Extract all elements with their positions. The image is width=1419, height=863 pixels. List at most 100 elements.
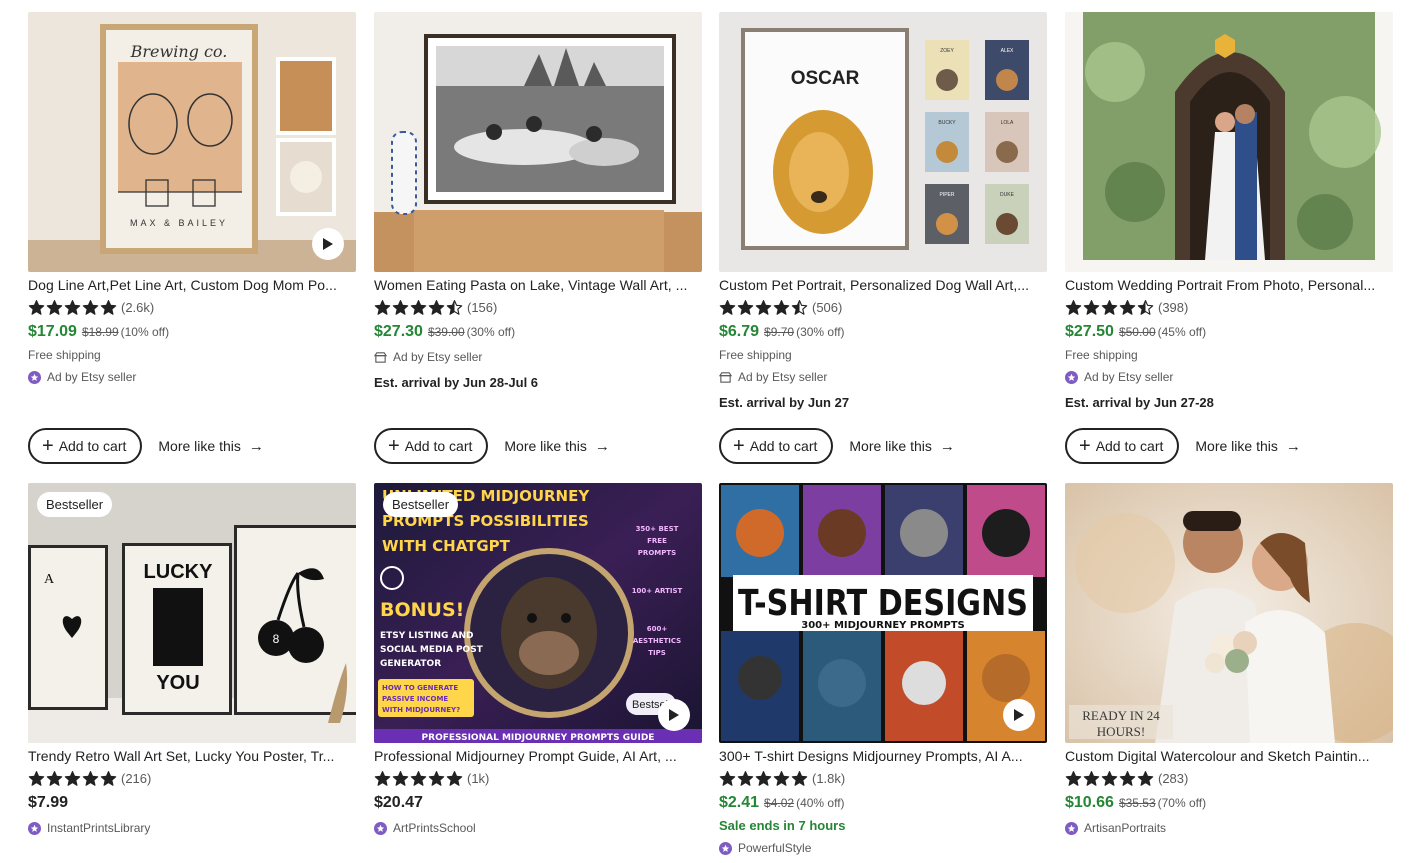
- price-row: $2.41 $4.02 (40% off): [719, 794, 1047, 816]
- svg-text:ETSY LISTING AND: ETSY LISTING AND: [380, 631, 474, 641]
- star-icon: [410, 770, 427, 786]
- original-price: $18.99: [81, 325, 119, 339]
- svg-text:HOURS!: HOURS!: [1097, 724, 1145, 739]
- price: $7.99: [28, 794, 69, 811]
- shop-name[interactable]: InstantPrintsLibrary: [28, 816, 356, 841]
- star-icon: [1119, 770, 1136, 786]
- star-icon: [755, 770, 772, 786]
- poster-script-text: Brewing co.: [130, 42, 228, 61]
- play-icon: [323, 238, 333, 250]
- discount-percent: (10% off): [120, 325, 170, 339]
- more-like-this-link[interactable]: More like this →: [1195, 438, 1300, 455]
- listing-image[interactable]: A LUCKY YOU 8 Bestseller: [28, 483, 356, 743]
- star-icon: [64, 299, 81, 315]
- listing-card[interactable]: READY IN 24 HOURS! Custom Digital Waterc…: [1065, 483, 1393, 841]
- review-count: (1k): [467, 770, 490, 786]
- plus-icon: +: [388, 435, 400, 457]
- listing-card[interactable]: Brewing co. MAX & BAILEY Dog Line Art,Pe…: [28, 12, 356, 464]
- listing-title[interactable]: Dog Line Art,Pet Line Art, Custom Dog Mo…: [28, 276, 356, 295]
- svg-text:ALEX: ALEX: [1001, 48, 1014, 54]
- svg-text:BUCKY: BUCKY: [938, 120, 956, 126]
- listing-title[interactable]: Custom Digital Watercolour and Sketch Pa…: [1065, 747, 1393, 766]
- listing-title[interactable]: Trendy Retro Wall Art Set, Lucky You Pos…: [28, 747, 356, 766]
- review-count: (1.8k): [812, 770, 846, 786]
- price-row: $10.66 $35.53 (70% off): [1065, 794, 1393, 816]
- star-icon: [64, 770, 81, 786]
- listing-title[interactable]: Women Eating Pasta on Lake, Vintage Wall…: [374, 276, 702, 295]
- eight-ball-text: 8: [273, 632, 280, 646]
- listing-image[interactable]: UNLIMITED MIDJOURNEY PROMPTS POSSIBILITI…: [374, 483, 702, 743]
- listing-image[interactable]: OSCAR ZOEY ALEX BUCKY LOLA PIPER DUKE: [719, 12, 1047, 272]
- shop-name[interactable]: ArtisanPortraits: [1065, 816, 1393, 841]
- poster-names-text: MAX & BAILEY: [130, 218, 228, 228]
- star-seller-badge-icon: [28, 822, 41, 835]
- review-count: (506): [812, 299, 843, 315]
- star-icon: [46, 770, 63, 786]
- add-to-cart-button[interactable]: + Add to cart: [374, 428, 489, 464]
- star-icon: [374, 299, 391, 315]
- you-text: YOU: [156, 672, 199, 694]
- svg-text:WITH MIDJOURNEY?: WITH MIDJOURNEY?: [382, 706, 460, 714]
- discount-percent: (30% off): [796, 325, 845, 339]
- price-row: $27.50 $50.00 (45% off): [1065, 323, 1393, 345]
- add-to-cart-button[interactable]: + Add to cart: [719, 428, 834, 464]
- listing-title[interactable]: Custom Pet Portrait, Personalized Dog Wa…: [719, 276, 1047, 295]
- listing-image[interactable]: T-SHIRT DESIGNS 300+ MIDJOURNEY PROMPTS: [719, 483, 1047, 743]
- listing-card[interactable]: Custom Wedding Portrait From Photo, Pers…: [1065, 12, 1393, 464]
- bestseller-badge: Bestseller: [37, 492, 113, 517]
- price-row: $27.30 $39.00 (30% off): [374, 323, 702, 345]
- listing-image[interactable]: READY IN 24 HOURS!: [1065, 483, 1393, 743]
- discount-percent: (40% off): [796, 796, 845, 810]
- star-icon: [428, 299, 445, 315]
- add-to-cart-button[interactable]: + Add to cart: [1065, 428, 1180, 464]
- more-like-this-link[interactable]: More like this →: [158, 438, 263, 455]
- listing-card[interactable]: T-SHIRT DESIGNS 300+ MIDJOURNEY PROMPTS …: [719, 483, 1047, 861]
- lucky-text: LUCKY: [144, 561, 214, 583]
- svg-text:GENERATOR: GENERATOR: [380, 659, 441, 669]
- star-icon: [46, 299, 63, 315]
- play-icon: [669, 709, 679, 721]
- plus-icon: +: [733, 435, 745, 457]
- ad-label: Ad by Etsy seller: [374, 345, 702, 370]
- star-icon: [1065, 770, 1082, 786]
- more-like-this-link[interactable]: More like this →: [504, 438, 609, 455]
- star-seller-badge-icon: [28, 371, 41, 384]
- original-price: $4.02: [764, 796, 795, 810]
- ad-label: Ad by Etsy seller: [1065, 365, 1393, 390]
- star-icon: [737, 770, 754, 786]
- listing-title[interactable]: 300+ T-shirt Designs Midjourney Prompts,…: [719, 747, 1047, 766]
- arrow-right-icon: →: [939, 437, 955, 455]
- listing-card[interactable]: Women Eating Pasta on Lake, Vintage Wall…: [374, 12, 702, 464]
- listing-card[interactable]: A LUCKY YOU 8 Bestseller Trendy Retro Wa…: [28, 483, 356, 841]
- more-like-this-link[interactable]: More like this →: [849, 438, 954, 455]
- svg-text:BONUS!: BONUS!: [380, 599, 464, 621]
- play-video-button[interactable]: [1003, 699, 1035, 731]
- svg-text:LOLA: LOLA: [1001, 120, 1014, 126]
- star-icon: [100, 299, 117, 315]
- listing-title[interactable]: Professional Midjourney Prompt Guide, AI…: [374, 747, 702, 766]
- listing-title[interactable]: Custom Wedding Portrait From Photo, Pers…: [1065, 276, 1393, 295]
- svg-text:ZOEY: ZOEY: [940, 48, 954, 54]
- discount-percent: (30% off): [466, 325, 516, 339]
- price-row: $17.09 $18.99 (10% off): [28, 323, 356, 345]
- shop-name[interactable]: ArtPrintsSchool: [374, 816, 702, 841]
- listing-card[interactable]: OSCAR ZOEY ALEX BUCKY LOLA PIPER DUKE Cu…: [719, 12, 1047, 464]
- add-to-cart-button[interactable]: + Add to cart: [28, 428, 143, 464]
- star-icon: [791, 770, 808, 786]
- listing-image[interactable]: [1065, 12, 1393, 272]
- shop-name[interactable]: PowerfulStyle: [719, 836, 1047, 861]
- svg-text:DUKE: DUKE: [1000, 192, 1015, 198]
- star-icon: [82, 299, 99, 315]
- ready-in-24-hours-text: READY IN 24: [1082, 708, 1160, 723]
- price-row: $20.47: [374, 794, 702, 816]
- play-video-button[interactable]: [312, 228, 344, 260]
- listing-image[interactable]: Brewing co. MAX & BAILEY: [28, 12, 356, 272]
- review-count: (156): [467, 299, 498, 315]
- arrow-right-icon: →: [1285, 437, 1301, 455]
- svg-text:300+ MIDJOURNEY PROMPTS: 300+ MIDJOURNEY PROMPTS: [801, 620, 965, 631]
- listing-card[interactable]: UNLIMITED MIDJOURNEY PROMPTS POSSIBILITI…: [374, 483, 702, 841]
- listing-image[interactable]: [374, 12, 702, 272]
- play-video-button[interactable]: [658, 699, 690, 731]
- original-price: $50.00: [1118, 325, 1156, 339]
- svg-text:AESTHETICS: AESTHETICS: [633, 637, 681, 645]
